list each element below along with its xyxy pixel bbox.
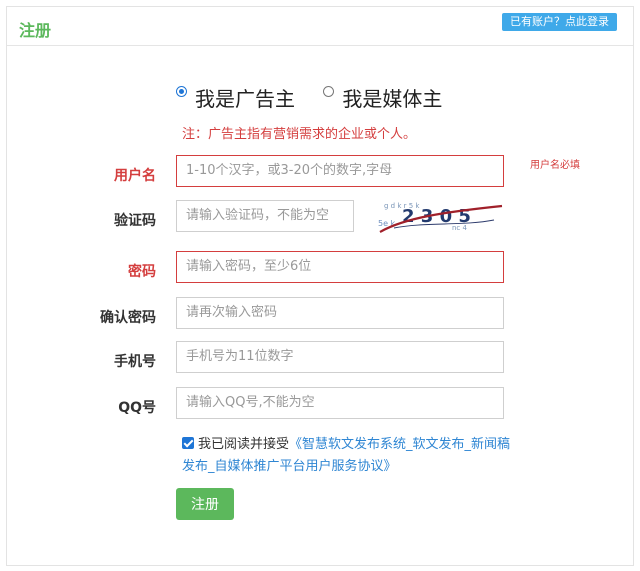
captcha-image[interactable]: g d k r 5 k 5e k nc 4 2 3 0 5	[374, 196, 504, 236]
agreement: 我已阅读并接受《智慧软文发布系统_软文发布_新闻稿发布_自媒体推广平台用户服务协…	[182, 434, 522, 478]
username-input[interactable]: 1-10个汉字，或3-20个的数字,字母	[176, 155, 504, 187]
role-note: 注：广告主指有营销需求的企业或个人。	[182, 127, 417, 142]
captcha-input[interactable]: 请输入验证码，不能为空	[176, 200, 354, 232]
role-selector: 我是广告主 我是媒体主	[176, 78, 464, 112]
username-error: 用户名必填	[530, 160, 580, 171]
phone-input[interactable]: 手机号为11位数字	[176, 341, 504, 373]
panel-header: 注册 已有账户？点此登录	[7, 7, 633, 46]
phone-label: 手机号	[114, 354, 156, 370]
captcha-label: 验证码	[114, 213, 156, 229]
agreement-checkbox[interactable]	[182, 437, 194, 449]
media-radio[interactable]	[323, 86, 335, 97]
role-option-advertiser[interactable]: 我是广告主	[176, 83, 295, 112]
page-title: 注册	[19, 21, 52, 40]
username-label: 用户名	[114, 168, 156, 184]
role-option-media[interactable]: 我是媒体主	[323, 83, 442, 112]
advertiser-radio[interactable]	[176, 86, 187, 97]
login-link[interactable]: 已有账户？点此登录	[502, 13, 617, 31]
media-label: 我是媒体主	[342, 87, 443, 111]
qq-input[interactable]: 请输入QQ号,不能为空	[176, 387, 504, 419]
register-button[interactable]: 注册	[176, 488, 234, 520]
agreement-prefix: 我已阅读并接受	[198, 437, 290, 452]
confirm-password-label: 确认密码	[100, 310, 156, 326]
confirm-password-input[interactable]: 请再次输入密码	[176, 297, 504, 329]
advertiser-label: 我是广告主	[195, 87, 295, 111]
qq-label: QQ号	[118, 400, 156, 416]
password-input[interactable]: 请输入密码，至少6位	[176, 251, 504, 283]
password-label: 密码	[128, 264, 156, 280]
